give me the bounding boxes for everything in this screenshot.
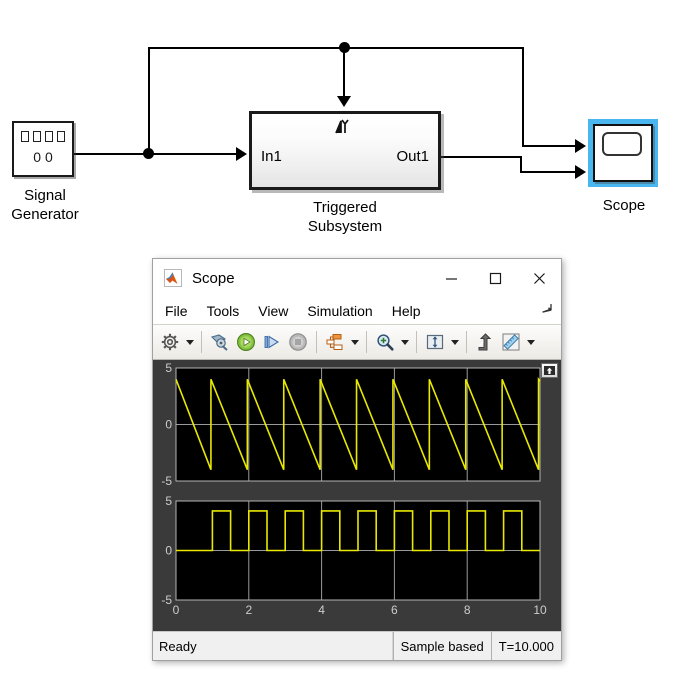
matlab-logo-icon	[164, 269, 182, 287]
missing-glyph-1	[21, 131, 29, 143]
svg-text:2: 2	[245, 603, 252, 616]
missing-glyph-2	[33, 131, 41, 143]
status-time: T=10.000	[490, 632, 561, 660]
arrowhead-scope-input1	[575, 139, 586, 153]
triggered-subsystem-label: Triggered Subsystem	[307, 199, 383, 235]
minimize-button[interactable]	[429, 259, 473, 297]
scope-toolbar[interactable]	[153, 324, 561, 360]
run-button[interactable]	[233, 329, 259, 355]
scope-block-label: Scope	[602, 197, 646, 214]
svg-text:0: 0	[165, 544, 172, 558]
toolbar-separator-2	[316, 331, 317, 353]
fit-to-view-icon[interactable]	[541, 363, 558, 378]
scope-window-title: Scope	[192, 269, 235, 287]
configuration-properties-button[interactable]	[157, 329, 183, 355]
wire-to-in1	[148, 153, 240, 155]
measurements-dropdown-caret[interactable]	[524, 329, 537, 355]
undock-arrow-icon[interactable]	[540, 302, 553, 320]
svg-text:8: 8	[464, 603, 471, 616]
menu-tools[interactable]: Tools	[207, 303, 240, 319]
signal-selection-button[interactable]	[322, 329, 348, 355]
scope-screen-icon	[602, 132, 642, 156]
configuration-dropdown-caret[interactable]	[183, 329, 196, 355]
signal-generator-label: Signal Generator	[11, 187, 79, 223]
svg-text:-5: -5	[161, 593, 172, 607]
wire-right-vertical	[522, 47, 524, 146]
menu-help[interactable]: Help	[392, 303, 421, 319]
wire-out1-vertical	[520, 156, 522, 172]
wire-branch-up	[148, 48, 150, 154]
out1-port-label: Out1	[396, 148, 429, 165]
signal-generator-waveform-glyphs	[14, 130, 72, 143]
scope-block-body	[593, 124, 653, 182]
menu-view[interactable]: View	[258, 303, 288, 319]
wire-top-horizontal	[148, 47, 524, 49]
status-text: Ready	[153, 632, 393, 660]
scope-status-bar: Ready Sample based T=10.000	[153, 631, 561, 660]
signal-selection-dropdown-caret[interactable]	[348, 329, 361, 355]
svg-text:5: 5	[165, 494, 172, 508]
svg-text:10: 10	[533, 603, 547, 616]
measurements-button[interactable]	[498, 329, 524, 355]
wire-trigger-down	[343, 47, 345, 97]
scope-block[interactable]	[588, 119, 658, 187]
menu-simulation[interactable]: Simulation	[307, 303, 372, 319]
maximize-button[interactable]	[473, 259, 517, 297]
simulink-model-button[interactable]	[207, 329, 233, 355]
fit-to-view-glyph	[544, 366, 555, 375]
toolbar-separator-1	[201, 331, 202, 353]
close-button[interactable]	[517, 259, 561, 297]
in1-port-label: In1	[261, 148, 282, 165]
wire-out1-horizontal	[441, 156, 522, 158]
cursor-measurement-button[interactable]	[472, 329, 498, 355]
step-forward-button[interactable]	[259, 329, 285, 355]
toolbar-separator-5	[466, 331, 467, 353]
svg-text:0: 0	[173, 603, 180, 616]
missing-glyph-3	[45, 131, 53, 143]
svg-text:5: 5	[165, 361, 172, 375]
scope-window-titlebar[interactable]: Scope	[153, 259, 561, 297]
svg-text:0: 0	[165, 418, 172, 432]
wire-siggen-to-branch	[74, 153, 154, 155]
signal-generator-block[interactable]: 0 0	[12, 121, 74, 177]
wire-to-scope-input2	[520, 171, 579, 173]
scope-menubar[interactable]: File Tools View Simulation Help	[153, 297, 561, 324]
signal-generator-value: 0 0	[33, 149, 53, 165]
svg-text:-5: -5	[161, 474, 172, 488]
arrowhead-scope-input2	[575, 165, 586, 179]
zoom-dropdown-caret[interactable]	[398, 329, 411, 355]
autoscale-dropdown-caret[interactable]	[448, 329, 461, 355]
svg-text:6: 6	[391, 603, 398, 616]
autoscale-button[interactable]	[422, 329, 448, 355]
toolbar-separator-3	[366, 331, 367, 353]
missing-glyph-4	[57, 131, 65, 143]
stop-button[interactable]	[285, 329, 311, 355]
rising-edge-trigger-icon	[252, 119, 438, 140]
svg-text:4: 4	[318, 603, 325, 616]
zoom-button[interactable]	[372, 329, 398, 355]
scope-plot-area[interactable]: -5 0 5 -5 0 5 0 2 4 6 8 10	[153, 360, 561, 631]
triggered-subsystem-block[interactable]: In1 Out1	[249, 111, 441, 190]
scope-plots-svg: -505-5050 2 4 6 8 10	[161, 361, 547, 616]
status-mode: Sample based	[392, 632, 491, 660]
arrowhead-in1	[236, 147, 247, 161]
scope-window[interactable]: Scope File Tools View Simulation Help -5…	[152, 258, 562, 661]
arrowhead-trigger	[337, 96, 351, 107]
wire-to-scope-input1	[522, 145, 579, 147]
toolbar-separator-4	[416, 331, 417, 353]
menu-file[interactable]: File	[165, 303, 188, 319]
